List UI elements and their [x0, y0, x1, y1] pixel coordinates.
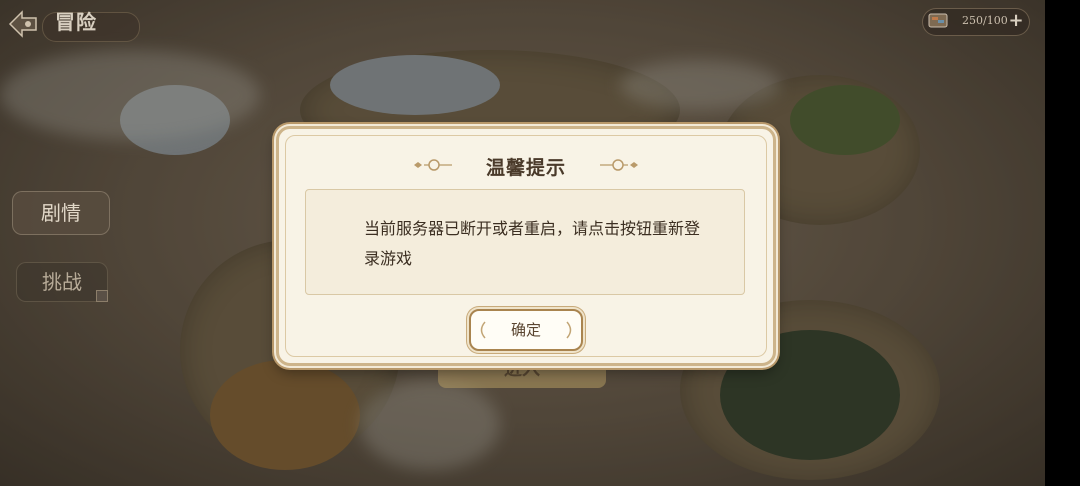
- ornament-right-icon: [600, 159, 638, 171]
- lock-indicator: [96, 290, 108, 302]
- dialog-message-box: 当前服务器已断开或者重启，请点击按钮重新登录游戏: [305, 189, 745, 295]
- page-title: 冒险: [55, 10, 97, 34]
- confirm-button-label: 确定: [510, 321, 541, 339]
- tab-story[interactable]: 剧情: [12, 191, 110, 235]
- add-energy-button[interactable]: +: [1006, 11, 1026, 31]
- confirm-button[interactable]: 确定: [469, 309, 583, 351]
- leaf-left-icon: [480, 321, 486, 339]
- energy-value: 250/100: [962, 14, 1008, 27]
- dialog-title: 温馨提示: [485, 157, 566, 179]
- leaf-right-icon: [566, 321, 572, 339]
- dialog-message: 当前服务器已断开或者重启，请点击按钮重新登录游戏: [364, 219, 701, 268]
- back-arrow-icon[interactable]: [6, 6, 42, 42]
- energy-flag-icon: [928, 13, 948, 28]
- notice-dialog: 温馨提示 当前服务器已断开或者重启，请点击按钮重新登录游戏 确定: [276, 126, 776, 366]
- tab-challenge[interactable]: 挑战: [16, 262, 108, 302]
